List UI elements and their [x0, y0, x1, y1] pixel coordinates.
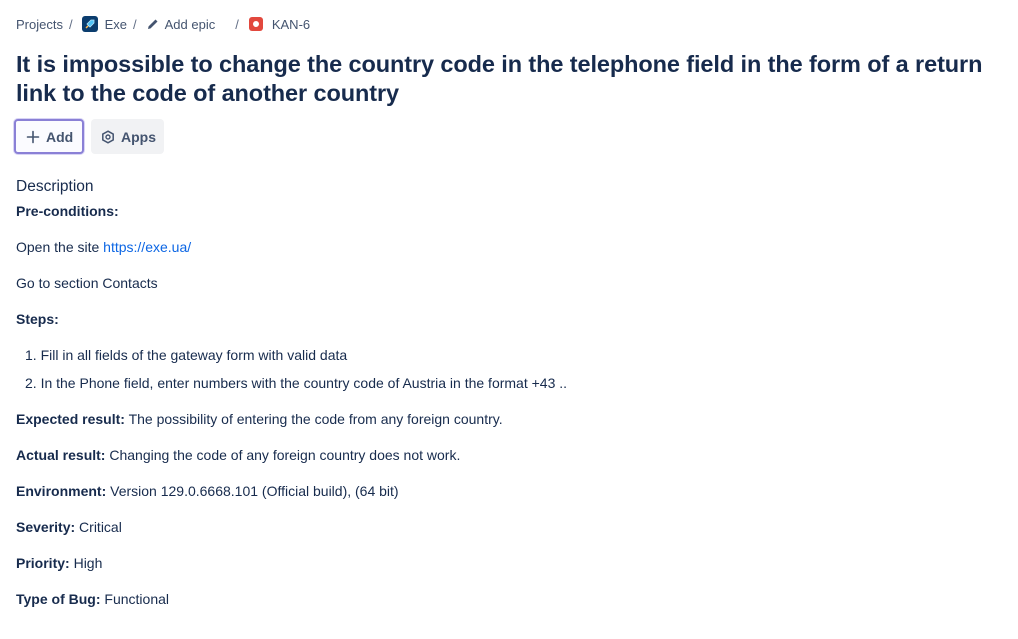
- site-link[interactable]: https://exe.ua/: [103, 239, 191, 255]
- apps-button[interactable]: Apps: [91, 119, 164, 154]
- severity-label: Severity:: [16, 519, 76, 535]
- priority-label: Priority:: [16, 555, 70, 571]
- breadcrumb-separator: /: [133, 16, 137, 32]
- environment-value: Version 129.0.6668.101 (Official build),…: [106, 483, 399, 499]
- add-epic-link[interactable]: Add epic: [144, 16, 216, 32]
- list-item: 1. Fill in all fields of the gateway for…: [25, 347, 348, 363]
- breadcrumb-project[interactable]: Exe: [80, 16, 127, 32]
- plus-icon: [26, 130, 40, 144]
- apps-button-label: Apps: [121, 128, 156, 145]
- bug-type-value: Functional: [100, 591, 169, 607]
- priority-value: High: [69, 555, 103, 571]
- severity-value: Critical: [75, 519, 122, 535]
- list-item: 2. In the Phone field, enter numbers wit…: [25, 375, 568, 391]
- expected-result-value: The possibility of entering the code fro…: [124, 411, 503, 427]
- go-to-section-text: Go to section Contacts: [16, 275, 158, 291]
- steps-list: 1. Fill in all fields of the gateway for…: [16, 346, 996, 402]
- open-site-text: Open the site: [16, 239, 104, 255]
- issue-title[interactable]: It is impossible to change the country c…: [16, 50, 1011, 108]
- description-heading: Description: [16, 178, 94, 195]
- add-epic-label: Add epic: [164, 16, 216, 32]
- breadcrumb-issue[interactable]: KAN-6: [248, 16, 311, 32]
- breadcrumb-separator: /: [235, 16, 239, 32]
- breadcrumb-projects[interactable]: Projects: [16, 17, 63, 32]
- rocket-icon: [81, 16, 98, 32]
- apps-icon: [101, 129, 115, 144]
- breadcrumb-separator: /: [68, 16, 73, 32]
- breadcrumb-project-label: Exe: [104, 16, 127, 32]
- pencil-icon: [146, 17, 160, 31]
- preconditions-label: Pre-conditions:: [16, 203, 119, 219]
- actual-result-label: Actual result:: [16, 447, 106, 463]
- add-button-label: Add: [46, 128, 74, 145]
- expected-result-label: Expected result:: [16, 411, 125, 427]
- bug-icon: [248, 17, 263, 31]
- environment-label: Environment:: [16, 483, 107, 499]
- issue-actions: Add Apps: [14, 119, 164, 154]
- add-button[interactable]: Add: [14, 119, 84, 154]
- actual-result-value: Changing the code of any foreign country…: [105, 447, 461, 463]
- bug-type-label: Type of Bug:: [16, 591, 101, 607]
- breadcrumb: Projects / Exe / Add epic / KAN-6: [16, 15, 310, 33]
- issue-key: KAN-6: [271, 16, 311, 32]
- steps-label: Steps:: [16, 311, 59, 327]
- description-body[interactable]: Pre-conditions: Open the site https://ex…: [16, 202, 996, 626]
